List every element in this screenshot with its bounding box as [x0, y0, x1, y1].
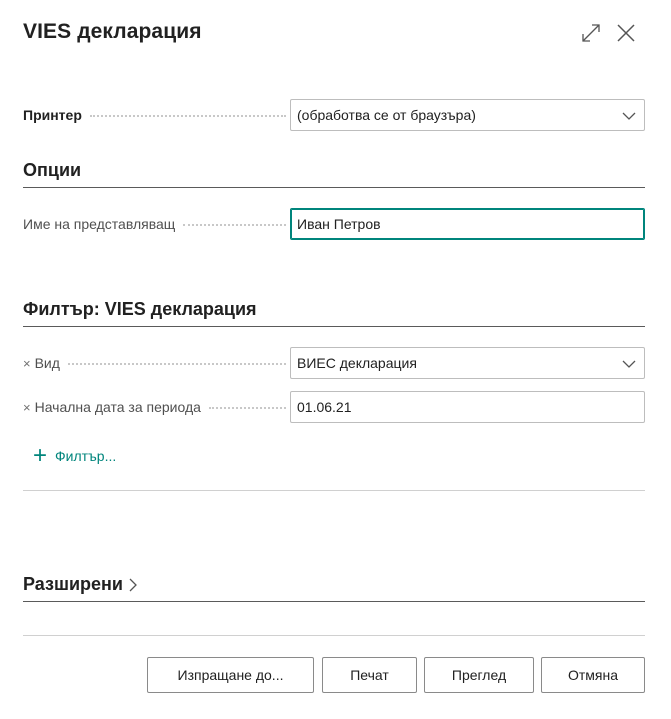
report-request-dialog: VIES декларация Принтер (обработва се от…	[0, 0, 671, 719]
remove-filter-icon[interactable]: ×	[23, 400, 31, 415]
filter-start-date-value: 01.06.21	[297, 399, 352, 415]
options-heading: Опции	[23, 160, 645, 188]
filter-type-row: × Вид ВИЕС декларация	[23, 347, 645, 379]
cancel-button[interactable]: Отмяна	[541, 657, 645, 693]
printer-row: Принтер (обработва се от браузъра)	[23, 99, 645, 131]
presenter-label: Име на представляващ	[23, 216, 176, 232]
chevron-right-icon	[127, 577, 139, 593]
presenter-row: Име на представляващ Иван Петров	[23, 208, 645, 240]
print-button[interactable]: Печат	[322, 657, 417, 693]
leader-dots	[89, 115, 286, 117]
chevron-down-icon[interactable]	[622, 357, 636, 371]
filter-type-label-wrap: × Вид	[23, 347, 288, 379]
printer-select[interactable]: (обработва се от браузъра)	[290, 99, 645, 131]
presenter-input-value: Иван Петров	[297, 216, 381, 232]
printer-label-wrap: Принтер	[23, 99, 288, 131]
leader-dots	[208, 407, 286, 409]
filter-type-select[interactable]: ВИЕС декларация	[290, 347, 645, 379]
filter-heading: Филтър: VIES декларация	[23, 299, 645, 327]
chevron-down-icon[interactable]	[622, 109, 636, 123]
footer-divider	[23, 635, 645, 636]
leader-dots	[183, 224, 286, 226]
filter-start-date-label-wrap: × Начална дата за периода	[23, 391, 288, 423]
preview-button[interactable]: Преглед	[424, 657, 534, 693]
plus-icon: +	[33, 442, 48, 469]
send-to-button[interactable]: Изпращане до...	[147, 657, 314, 693]
section-divider	[23, 490, 645, 491]
presenter-label-wrap: Име на представляващ	[23, 208, 288, 240]
add-filter-label: Филтър...	[55, 448, 117, 464]
printer-select-value: (обработва се от браузъра)	[297, 107, 476, 123]
filter-type-label: Вид	[34, 355, 60, 371]
filter-type-value: ВИЕС декларация	[297, 355, 417, 371]
close-icon[interactable]	[615, 22, 637, 44]
filter-start-date-label: Начална дата за периода	[34, 399, 201, 415]
advanced-label: Разширени	[23, 574, 123, 594]
expand-icon[interactable]	[580, 22, 602, 44]
advanced-toggle[interactable]: Разширени	[23, 574, 645, 602]
dialog-title: VIES декларация	[23, 20, 202, 43]
presenter-input[interactable]: Иван Петров	[290, 208, 645, 240]
filter-start-date-row: × Начална дата за периода 01.06.21	[23, 391, 645, 423]
filter-start-date-input[interactable]: 01.06.21	[290, 391, 645, 423]
leader-dots	[67, 363, 286, 365]
printer-label: Принтер	[23, 107, 82, 123]
remove-filter-icon[interactable]: ×	[23, 356, 31, 371]
add-filter-link[interactable]: + Филтър...	[33, 442, 117, 469]
